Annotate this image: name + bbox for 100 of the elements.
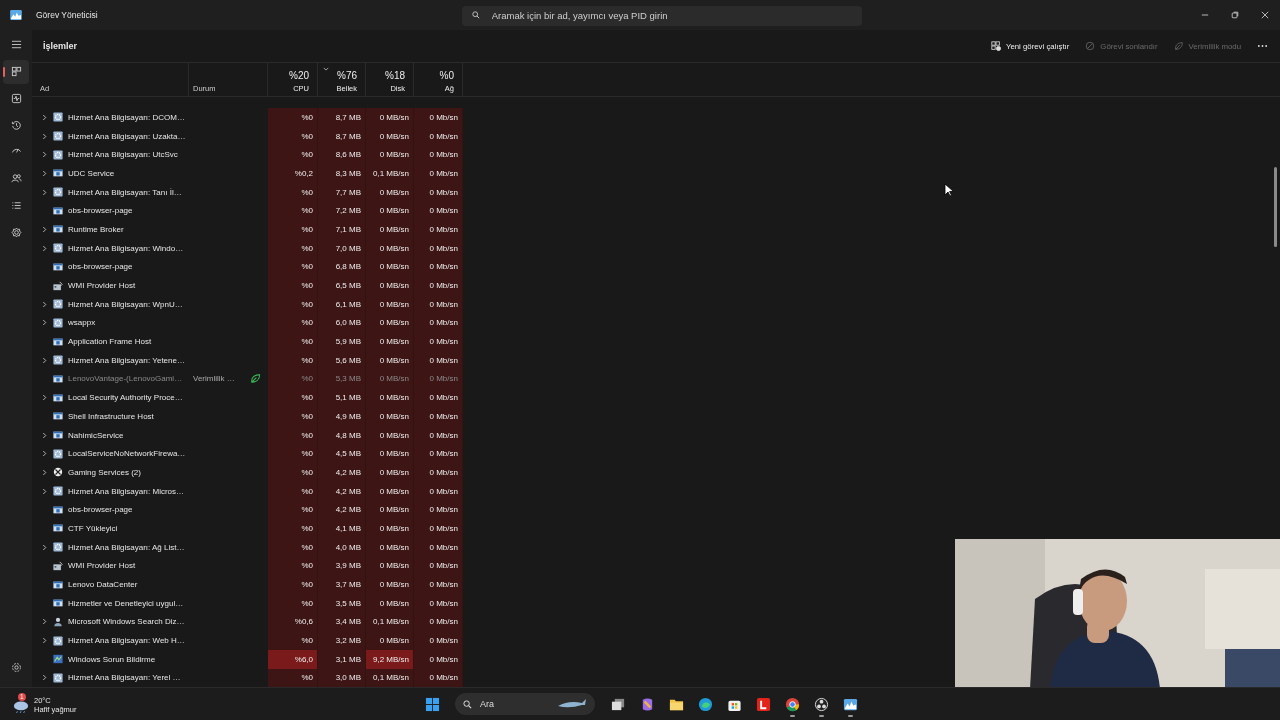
computer-icon — [53, 280, 63, 291]
history-icon — [10, 119, 22, 131]
page-title: İşlemler — [43, 41, 78, 51]
network-cell: 0 Mb/sn — [414, 145, 463, 165]
network-cell: 0 Mb/sn — [414, 388, 463, 407]
expand-chevron-icon[interactable] — [42, 300, 47, 308]
expand-chevron-icon[interactable] — [42, 394, 47, 402]
gear-window-icon — [53, 672, 63, 683]
process-name: Hizmet Ana Bilgisayarı: Micros… — [68, 486, 185, 496]
process-name: Hizmet Ana Bilgisayarı: Yetene… — [68, 355, 185, 365]
search-icon — [471, 11, 480, 19]
gear-window-icon — [53, 112, 63, 123]
expand-chevron-icon[interactable] — [42, 356, 47, 364]
new-task-icon — [990, 41, 1001, 51]
memory-cell: 7,2 MB — [318, 201, 366, 221]
disk-cell: 0,1 MB/sn — [366, 164, 414, 183]
process-name: UDC Service — [68, 168, 115, 178]
process-name: Runtime Broker — [68, 224, 124, 234]
network-cell: 0 Mb/sn — [414, 108, 463, 127]
expand-chevron-icon[interactable] — [42, 487, 47, 495]
user-icon — [53, 616, 63, 627]
gear-window-icon — [53, 243, 63, 254]
expand-chevron-icon[interactable] — [42, 319, 47, 327]
disk-cell: 0 MB/sn — [366, 463, 414, 482]
details-icon — [10, 200, 22, 212]
cpu-cell: %0 — [268, 276, 318, 295]
search-field[interactable]: Aramak için bir ad, yayımcı veya PID girin — [461, 5, 862, 26]
memory-cell: 3,7 MB — [318, 575, 366, 594]
disk-cell: 0 MB/sn — [366, 519, 414, 538]
network-cell: 0 Mb/sn — [414, 519, 463, 538]
cpu-cell: %0,2 — [268, 164, 318, 183]
expand-chevron-icon[interactable] — [42, 618, 47, 626]
expand-chevron-icon[interactable] — [42, 468, 47, 476]
gear-window-icon — [53, 149, 63, 160]
scrollbar-thumb[interactable] — [1274, 167, 1277, 247]
gear-window-icon — [53, 355, 63, 366]
cpu-cell: %0 — [268, 407, 318, 426]
disk-cell: 0 MB/sn — [366, 332, 414, 351]
expand-chevron-icon[interactable] — [42, 637, 47, 645]
process-name: Hizmet Ana Bilgisayarı: UtcSvc — [68, 150, 178, 160]
lenovo-icon — [755, 696, 771, 712]
expand-chevron-icon[interactable] — [42, 113, 47, 121]
minimize-icon — [1201, 11, 1209, 19]
window-icon — [53, 411, 63, 422]
network-cell: 0 Mb/sn — [414, 276, 463, 295]
process-name: WMI Provider Host — [68, 561, 136, 571]
memory-cell: 5,1 MB — [318, 388, 366, 407]
process-name: WMI Provider Host — [68, 281, 136, 291]
expand-chevron-icon[interactable] — [42, 431, 47, 439]
window-icon — [53, 579, 63, 590]
taskbar-search-field[interactable]: Ara — [455, 693, 595, 715]
memory-cell: 3,2 MB — [318, 631, 366, 650]
process-name: Hizmet Ana Bilgisayarı: DCOM… — [68, 112, 185, 122]
disk-cell: 0 MB/sn — [366, 108, 414, 127]
process-name: Hizmetler ve Denetleyici uygul… — [68, 598, 184, 608]
cpu-cell: %0 — [268, 463, 318, 482]
expand-chevron-icon[interactable] — [42, 169, 47, 177]
network-cell: 0 Mb/sn — [414, 631, 463, 650]
expand-chevron-icon[interactable] — [42, 450, 47, 458]
disk-cell: 0 MB/sn — [366, 500, 414, 520]
memory-cell: 8,6 MB — [318, 145, 366, 165]
cpu-cell: %0 — [268, 145, 318, 165]
edge-icon — [697, 696, 713, 712]
process-name: Shell Infrastructure Host — [68, 411, 154, 421]
network-cell: 0 Mb/sn — [414, 201, 463, 221]
process-name: Lenovo DataCenter — [68, 580, 138, 590]
expand-chevron-icon[interactable] — [42, 225, 47, 233]
process-name: Hizmet Ana Bilgisayarı: Web H… — [68, 636, 185, 646]
cpu-cell: %0 — [268, 575, 318, 594]
window-icon — [53, 392, 63, 403]
network-cell: 0 Mb/sn — [414, 407, 463, 426]
search-icon — [463, 699, 472, 709]
cpu-cell: %0 — [268, 201, 318, 221]
network-cell: 0 Mb/sn — [414, 444, 463, 464]
chrome-icon — [784, 696, 800, 712]
performance-icon — [10, 92, 22, 104]
expand-chevron-icon[interactable] — [42, 151, 47, 159]
window-icon — [53, 224, 63, 235]
process-name: Windows Sorun Bildirme — [68, 654, 156, 664]
expand-chevron-icon[interactable] — [42, 244, 47, 252]
cpu-cell: %0 — [268, 108, 318, 127]
expand-chevron-icon[interactable] — [42, 132, 47, 140]
window-icon — [53, 336, 63, 347]
taskview-icon — [610, 696, 626, 712]
window-icon — [53, 205, 63, 216]
disk-cell: 0 MB/sn — [366, 631, 414, 650]
process-name: NahimicService — [68, 430, 124, 440]
process-name: Local Security Authority Proce… — [68, 393, 183, 403]
memory-cell: 8,7 MB — [318, 108, 366, 127]
expand-chevron-icon[interactable] — [42, 674, 47, 682]
expand-chevron-icon[interactable] — [42, 543, 47, 551]
processes-nav-button[interactable] — [3, 59, 29, 84]
memory-cell: 4,5 MB — [318, 444, 366, 464]
shark-icon — [557, 698, 587, 710]
obs-icon — [813, 696, 829, 712]
services-icon — [10, 226, 22, 238]
gear-window-icon — [53, 486, 63, 497]
expand-chevron-icon[interactable] — [42, 188, 47, 196]
users-icon — [10, 173, 22, 185]
chart-icon — [53, 654, 63, 665]
